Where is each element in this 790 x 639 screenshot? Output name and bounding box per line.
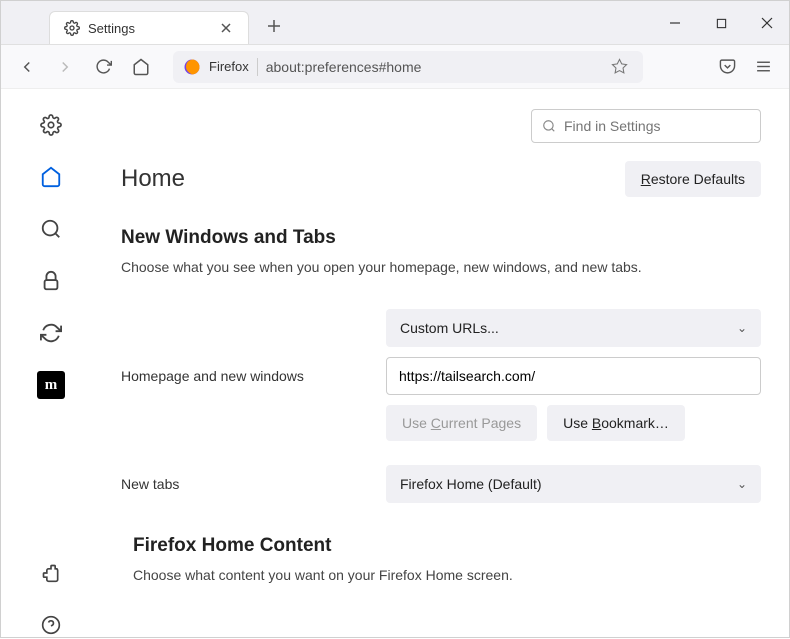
newtabs-label: New tabs <box>121 476 386 492</box>
divider <box>257 58 258 76</box>
address-bar[interactable]: Firefox about:preferences#home <box>173 51 643 83</box>
chevron-down-icon: ⌄ <box>737 321 747 335</box>
section-new-windows-desc: Choose what you see when you open your h… <box>121 259 761 275</box>
identity-label: Firefox <box>209 59 249 74</box>
home-button[interactable] <box>127 53 155 81</box>
page-title: Home <box>121 165 185 193</box>
find-in-settings-input[interactable] <box>564 118 750 134</box>
chevron-down-icon: ⌄ <box>737 477 747 491</box>
close-tab-icon[interactable] <box>218 20 234 36</box>
window-controls <box>661 9 781 37</box>
use-bookmark-button[interactable]: Use Bookmark… <box>547 405 685 441</box>
browser-tab[interactable]: Settings <box>49 11 249 44</box>
navigation-toolbar: Firefox about:preferences#home <box>1 45 789 89</box>
pocket-icon[interactable] <box>713 53 741 81</box>
tab-title: Settings <box>88 21 210 36</box>
use-current-pages-button[interactable]: Use Current Pages <box>386 405 537 441</box>
new-tab-button[interactable] <box>261 13 287 44</box>
section-new-windows-title: New Windows and Tabs <box>121 227 761 249</box>
content-area: m Home Restore Defaults New Windows and … <box>1 89 789 639</box>
sidebar-search-icon[interactable] <box>37 215 65 243</box>
url-text: about:preferences#home <box>266 59 597 75</box>
homepage-mode-select[interactable]: Custom URLs... ⌄ <box>386 309 761 347</box>
back-button[interactable] <box>13 53 41 81</box>
forward-button[interactable] <box>51 53 79 81</box>
titlebar: Settings <box>1 1 789 45</box>
reload-button[interactable] <box>89 53 117 81</box>
maximize-button[interactable] <box>707 9 735 37</box>
search-icon <box>542 119 556 133</box>
settings-main: Home Restore Defaults New Windows and Ta… <box>101 89 789 639</box>
sidebar-general-icon[interactable] <box>37 111 65 139</box>
find-in-settings[interactable] <box>531 109 761 143</box>
homepage-mode-value: Custom URLs... <box>400 320 499 336</box>
menu-button[interactable] <box>749 53 777 81</box>
bookmark-star-icon[interactable] <box>605 53 633 81</box>
section-home-content-desc: Choose what content you want on your Fir… <box>133 567 761 583</box>
firefox-logo-icon <box>183 58 201 76</box>
close-window-button[interactable] <box>753 9 781 37</box>
settings-sidebar: m <box>1 89 101 639</box>
sidebar-more-icon[interactable]: m <box>37 371 65 399</box>
section-home-content-title: Firefox Home Content <box>133 535 761 557</box>
sidebar-extensions-icon[interactable] <box>37 559 65 587</box>
newtabs-select[interactable]: Firefox Home (Default) ⌄ <box>386 465 761 503</box>
homepage-url-input[interactable] <box>386 357 761 395</box>
gear-icon <box>64 20 80 36</box>
sidebar-home-icon[interactable] <box>37 163 65 191</box>
restore-defaults-button[interactable]: Restore Defaults <box>625 161 761 197</box>
sidebar-privacy-icon[interactable] <box>37 267 65 295</box>
minimize-button[interactable] <box>661 9 689 37</box>
sidebar-sync-icon[interactable] <box>37 319 65 347</box>
newtabs-value: Firefox Home (Default) <box>400 476 542 492</box>
homepage-row-label: Homepage and new windows <box>121 368 386 384</box>
sidebar-help-icon[interactable] <box>37 611 65 639</box>
